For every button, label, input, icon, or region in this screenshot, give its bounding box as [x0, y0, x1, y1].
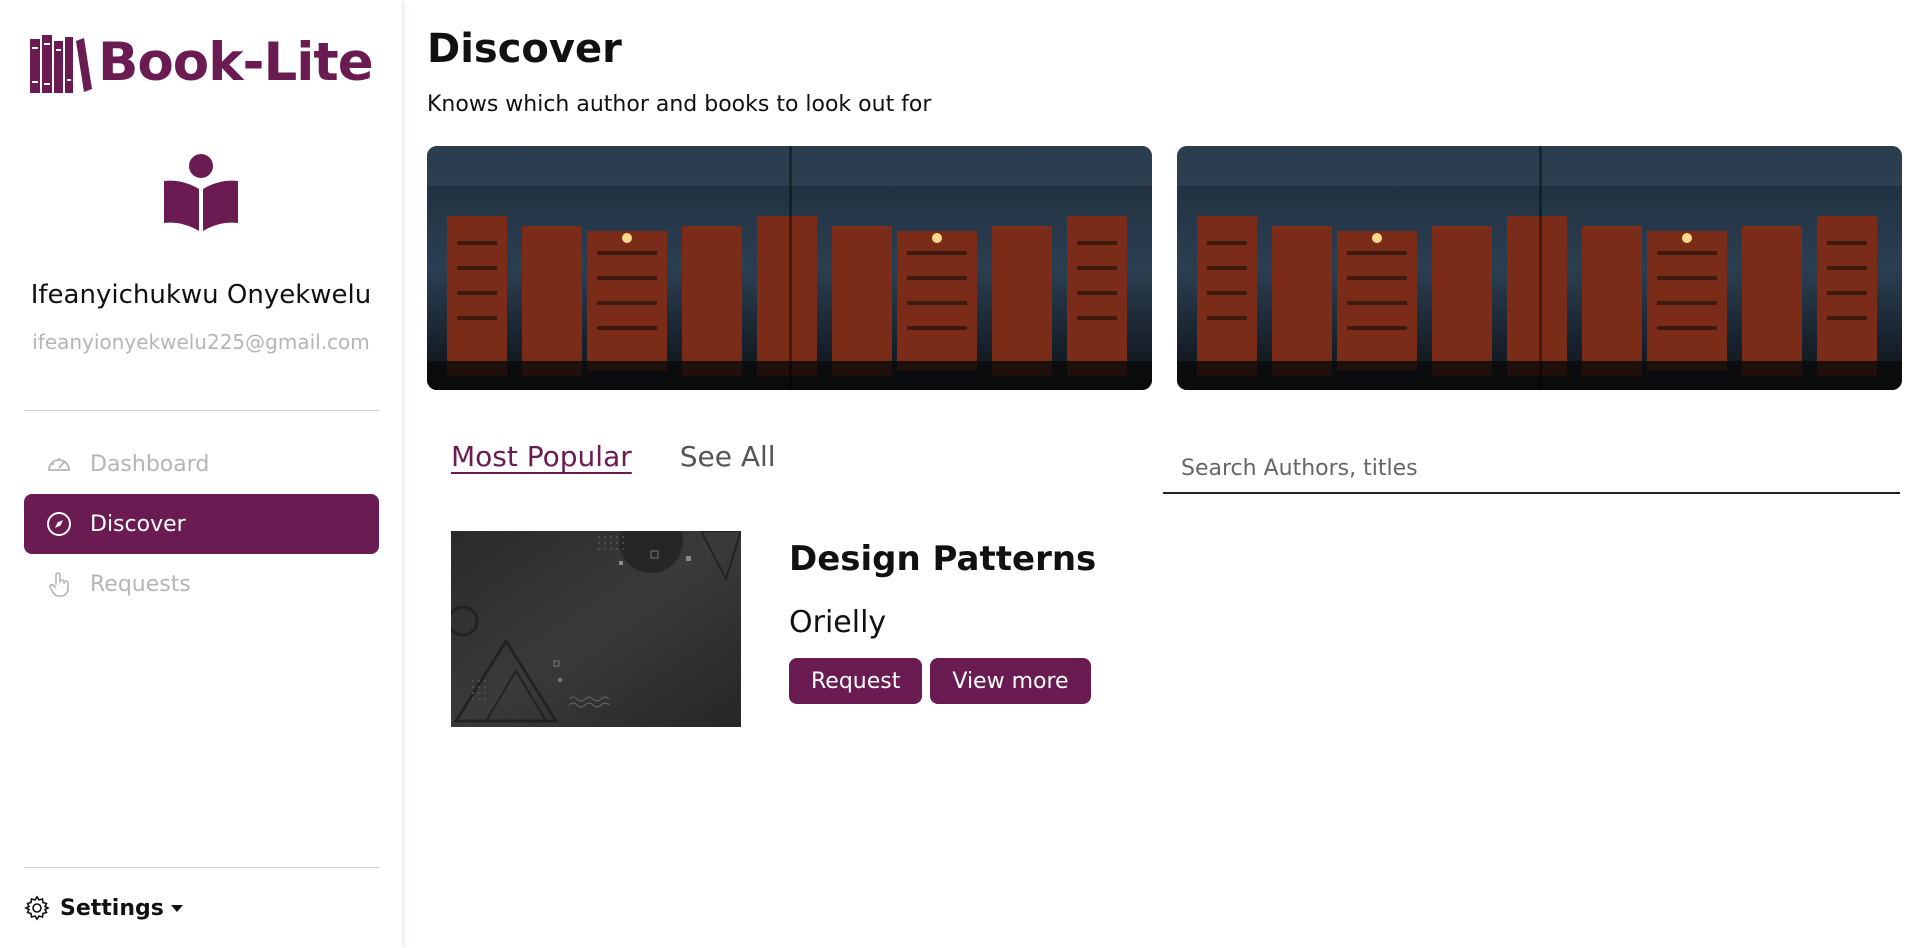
sidebar-divider-top — [24, 410, 379, 411]
book-actions: Request View more — [789, 658, 1099, 704]
sidebar-item-dashboard[interactable]: Dashboard — [24, 434, 379, 494]
book-info: Design Patterns Orielly Request View mor… — [789, 531, 1099, 727]
library-banner-image — [427, 146, 1152, 390]
app-name: Book-Lite — [98, 32, 374, 93]
user-name: Ifeanyichukwu Onyekwelu — [30, 280, 372, 310]
page-title: Discover — [427, 26, 622, 72]
main-content: Discover Knows which author and books to… — [427, 0, 1902, 948]
reader-avatar-icon — [164, 154, 238, 231]
sidebar-item-label: Discover — [90, 511, 186, 537]
sidebar-item-requests[interactable]: Requests — [24, 554, 379, 614]
app-root: Book-Lite Ifeanyichukwu Onyekwelu ifeany… — [0, 0, 1920, 948]
request-button[interactable]: Request — [789, 658, 923, 704]
gear-icon — [24, 895, 50, 921]
view-more-button[interactable]: View more — [930, 658, 1091, 704]
page-subtitle: Knows which author and books to look out… — [427, 92, 932, 117]
dashboard-gauge-icon — [46, 451, 72, 477]
book-cover-image — [451, 531, 741, 727]
sidebar: Book-Lite Ifeanyichukwu Onyekwelu ifeany… — [0, 0, 402, 948]
sidebar-divider-bottom — [24, 867, 379, 868]
sidebar-item-discover[interactable]: Discover — [24, 494, 379, 554]
books-logo-icon — [30, 34, 92, 93]
app-logo[interactable]: Book-Lite — [30, 32, 374, 93]
hand-pointer-icon — [46, 571, 72, 597]
tab-see-all[interactable]: See All — [680, 440, 776, 473]
book-tabs: Most Popular See All — [451, 440, 824, 473]
compass-icon — [46, 511, 72, 537]
sidebar-item-label: Requests — [90, 571, 191, 597]
search-input[interactable] — [1181, 455, 1900, 481]
search-bar — [1163, 444, 1900, 494]
book-card: Design Patterns Orielly Request View mor… — [451, 531, 1099, 727]
settings-label: Settings — [60, 895, 164, 921]
tab-most-popular[interactable]: Most Popular — [451, 440, 632, 473]
book-author: Orielly — [789, 605, 887, 640]
user-email: ifeanyionyekwelu225@gmail.com — [32, 330, 370, 354]
book-title[interactable]: Design Patterns — [789, 539, 1099, 579]
sidebar-nav: Dashboard Discover Requests — [24, 434, 379, 614]
library-banner-image — [1177, 146, 1902, 390]
caret-down-icon — [170, 904, 183, 912]
settings-dropdown[interactable]: Settings — [24, 895, 183, 921]
sidebar-item-label: Dashboard — [90, 451, 210, 477]
